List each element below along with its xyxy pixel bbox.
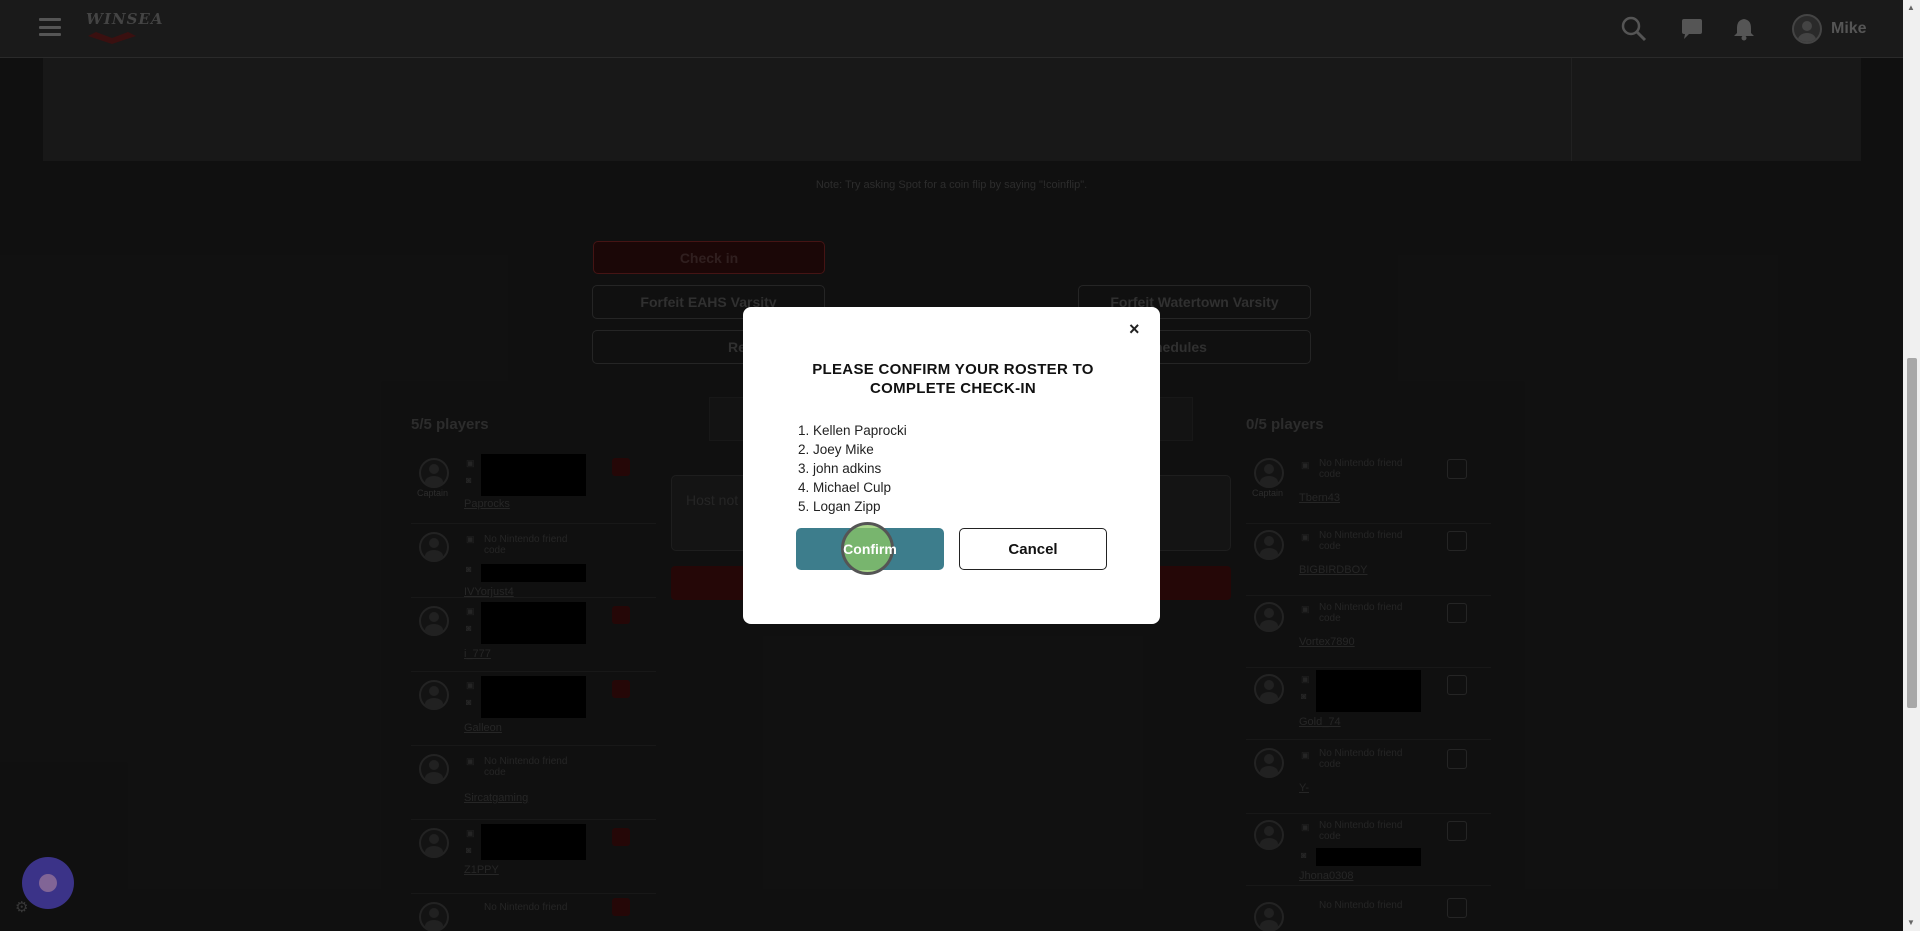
user-avatar[interactable]: [1792, 14, 1822, 44]
scroll-down-icon[interactable]: ▼: [1907, 918, 1915, 927]
scroll-thumb[interactable]: [1907, 358, 1917, 708]
roster-item: 5. Logan Zipp: [798, 499, 881, 514]
scroll-up-icon[interactable]: ▲: [1907, 3, 1915, 12]
logo-text: WINSEA: [86, 10, 164, 28]
cancel-button[interactable]: Cancel: [959, 528, 1107, 570]
top-header: WINSEA Mike: [0, 0, 1903, 58]
confirm-button-label: Confirm: [843, 541, 897, 557]
roster-confirm-modal: × PLEASE CONFIRM YOUR ROSTER TO COMPLETE…: [743, 307, 1160, 624]
site-logo[interactable]: WINSEA: [84, 10, 162, 46]
confirm-button[interactable]: Confirm: [796, 522, 944, 575]
username[interactable]: Mike: [1831, 20, 1867, 38]
roster-item: 2. Joey Mike: [798, 442, 874, 457]
roster-list: 1. Kellen Paprocki 2. Joey Mike 3. john …: [798, 421, 907, 516]
roster-item: 4. Michael Culp: [798, 480, 892, 495]
modal-title: PLEASE CONFIRM YOUR ROSTER TO COMPLETE C…: [812, 361, 1094, 397]
bell-icon[interactable]: [1731, 16, 1757, 42]
search-icon[interactable]: [1621, 16, 1647, 42]
chat-icon[interactable]: [1679, 16, 1705, 42]
roster-item: 3. john adkins: [798, 461, 882, 476]
roster-item: 1. Kellen Paprocki: [798, 423, 907, 438]
menu-icon[interactable]: [39, 18, 61, 36]
close-icon[interactable]: ×: [1129, 319, 1140, 340]
page-scrollbar[interactable]: ▲ ▼: [1903, 0, 1920, 931]
